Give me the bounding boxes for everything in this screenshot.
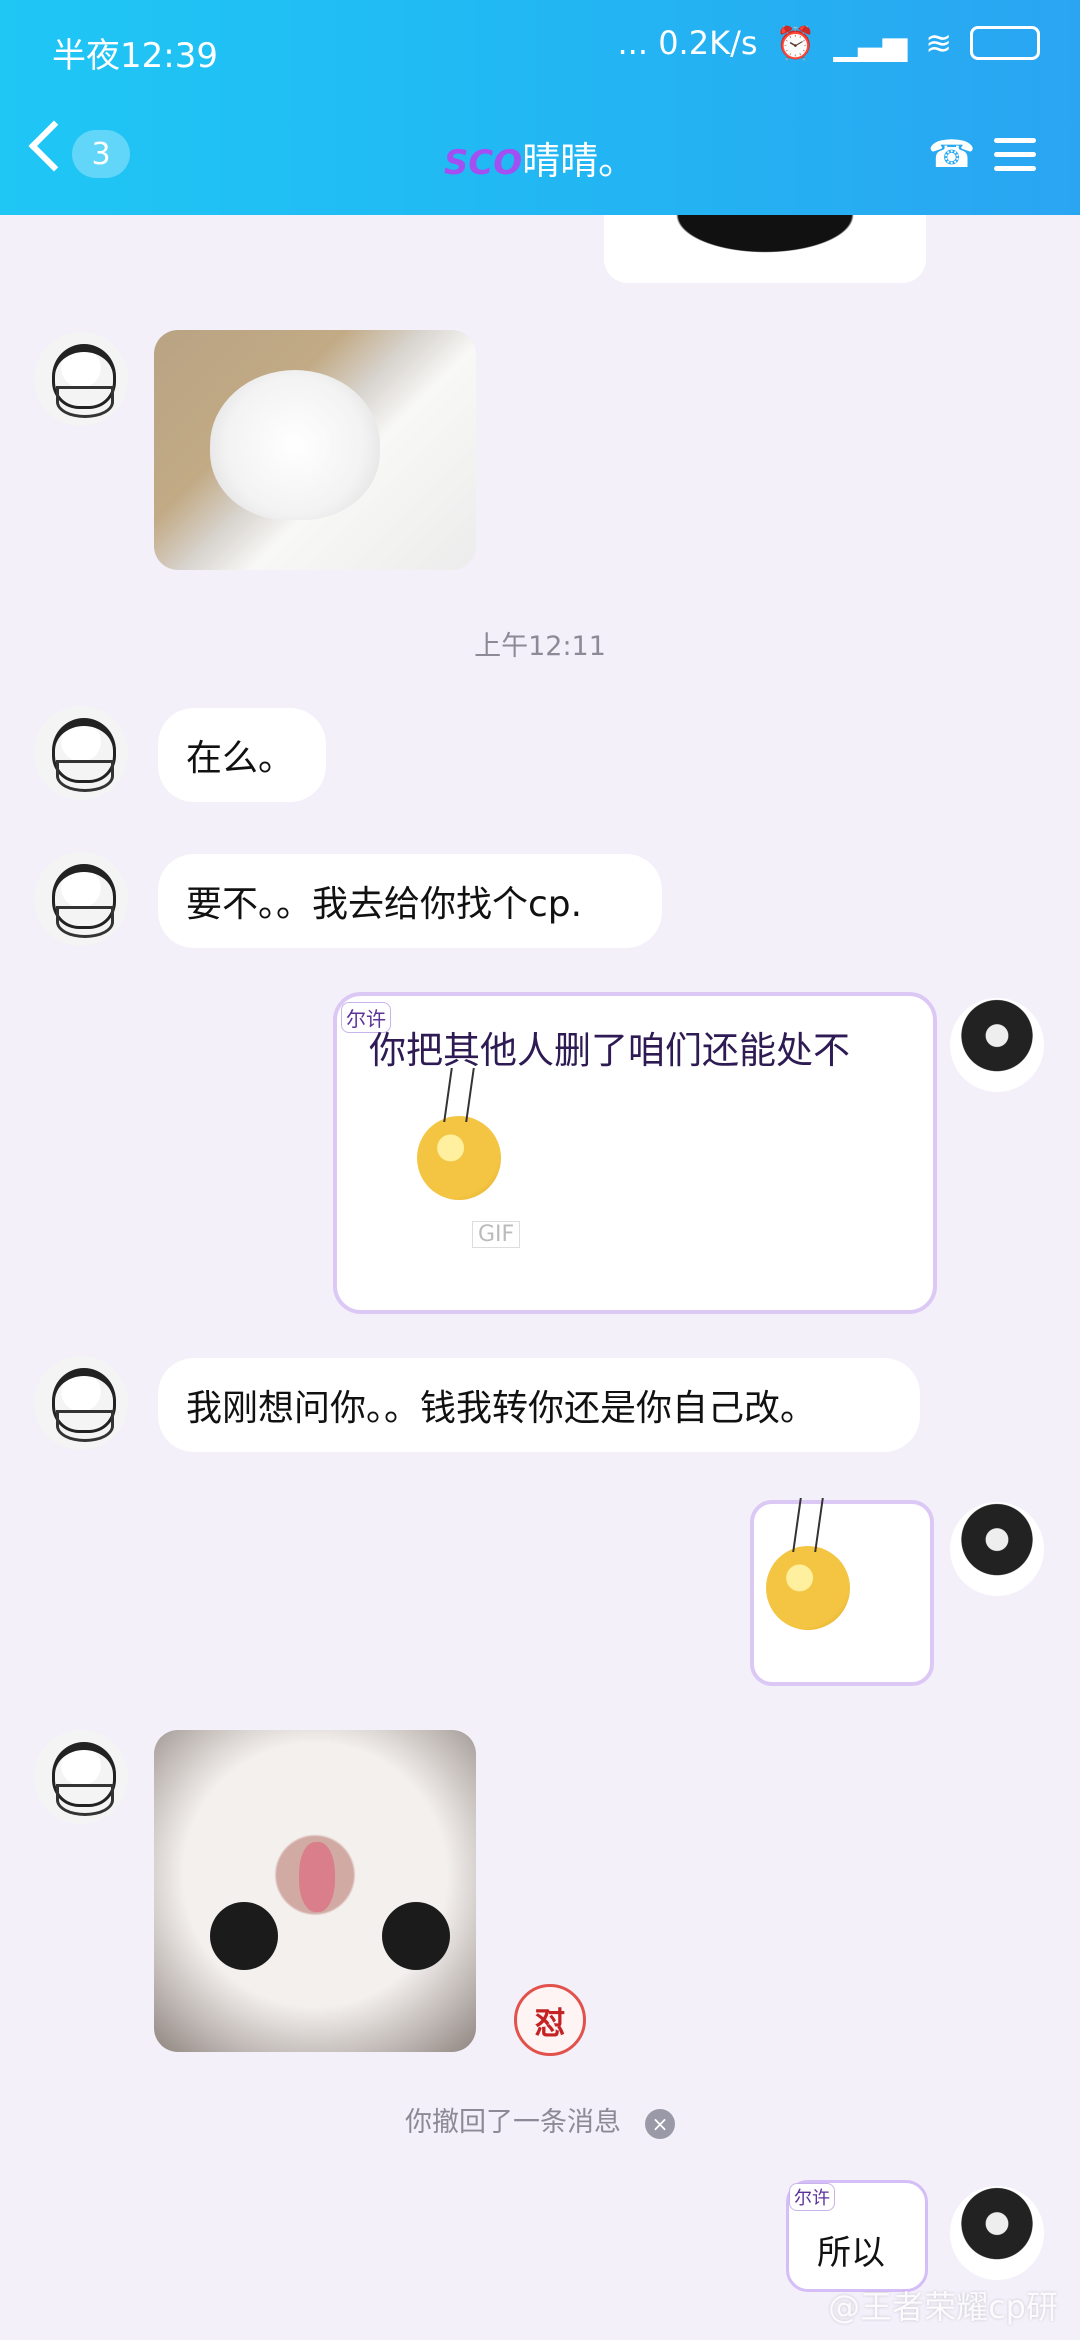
status-time: 半夜12:39 bbox=[52, 36, 218, 76]
sticker-card[interactable] bbox=[750, 1500, 934, 1686]
message-text: 我刚想问你。。钱我转你还是你自己改。 bbox=[186, 1388, 817, 1429]
avatar-right[interactable] bbox=[950, 2186, 1044, 2280]
watermark-text: @王者荣耀cp研 bbox=[828, 2288, 1058, 2326]
yellow-sticker-icon bbox=[417, 1116, 501, 1200]
cat-closeup-image[interactable] bbox=[154, 1730, 476, 2052]
cat-image[interactable] bbox=[154, 330, 476, 570]
yellow-sticker-icon bbox=[766, 1546, 850, 1630]
status-right: ... 0.2K/s ⏰ ▁▃▅ ≋ bbox=[617, 24, 1040, 62]
sticker-card[interactable]: 尔许 你把其他人删了咱们还能处不 GIF bbox=[333, 992, 937, 1314]
message-text: 要不。。我去给你找个cp. bbox=[186, 884, 583, 925]
title-name: 晴晴。 bbox=[522, 139, 637, 183]
badge-icon: 怼 bbox=[514, 1984, 586, 2056]
phone-icon[interactable]: ☎ bbox=[928, 132, 975, 176]
avatar-right[interactable] bbox=[950, 1502, 1044, 1596]
card-text: 你把其他人删了咱们还能处不 bbox=[369, 1029, 850, 1072]
card-tag: 尔许 bbox=[789, 2183, 835, 2211]
gif-label: GIF bbox=[472, 1221, 521, 1248]
avatar-left[interactable] bbox=[34, 1730, 128, 1824]
avatar-left[interactable] bbox=[34, 1356, 128, 1450]
small-sticker-card[interactable]: 尔许 所以 bbox=[786, 2180, 928, 2292]
message-text: 在么。 bbox=[186, 738, 295, 779]
avatar-left[interactable] bbox=[34, 332, 128, 426]
wifi-icon: ≋ bbox=[925, 24, 952, 62]
message-bubble[interactable]: 在么。 bbox=[158, 708, 326, 802]
card-text: 所以 bbox=[817, 2233, 885, 2273]
avatar-left[interactable] bbox=[34, 852, 128, 946]
recall-text: 你撤回了一条消息 bbox=[405, 2107, 621, 2138]
recall-notice: 你撤回了一条消息 × bbox=[0, 2100, 1080, 2139]
title-tag: SCO bbox=[443, 143, 523, 183]
signal-icon: ▁▃▅ bbox=[833, 24, 908, 62]
top-partial-image[interactable] bbox=[604, 215, 926, 283]
alarm-icon: ⏰ bbox=[775, 24, 816, 62]
chat-header: 半夜12:39 ... 0.2K/s ⏰ ▁▃▅ ≋ 3 SCO晴晴。 ☎ bbox=[0, 0, 1080, 215]
close-icon[interactable]: × bbox=[645, 2108, 675, 2139]
message-timestamp: 上午12:11 bbox=[474, 631, 606, 662]
battery-icon bbox=[970, 26, 1040, 60]
menu-icon[interactable] bbox=[994, 138, 1036, 171]
message-bubble[interactable]: 我刚想问你。。钱我转你还是你自己改。 bbox=[158, 1358, 920, 1452]
chat-title: SCO晴晴。 bbox=[0, 130, 1080, 185]
avatar-left[interactable] bbox=[34, 706, 128, 800]
network-speed: ... 0.2K/s bbox=[617, 24, 758, 62]
message-bubble[interactable]: 要不。。我去给你找个cp. bbox=[158, 854, 662, 948]
avatar-right[interactable] bbox=[950, 998, 1044, 1092]
